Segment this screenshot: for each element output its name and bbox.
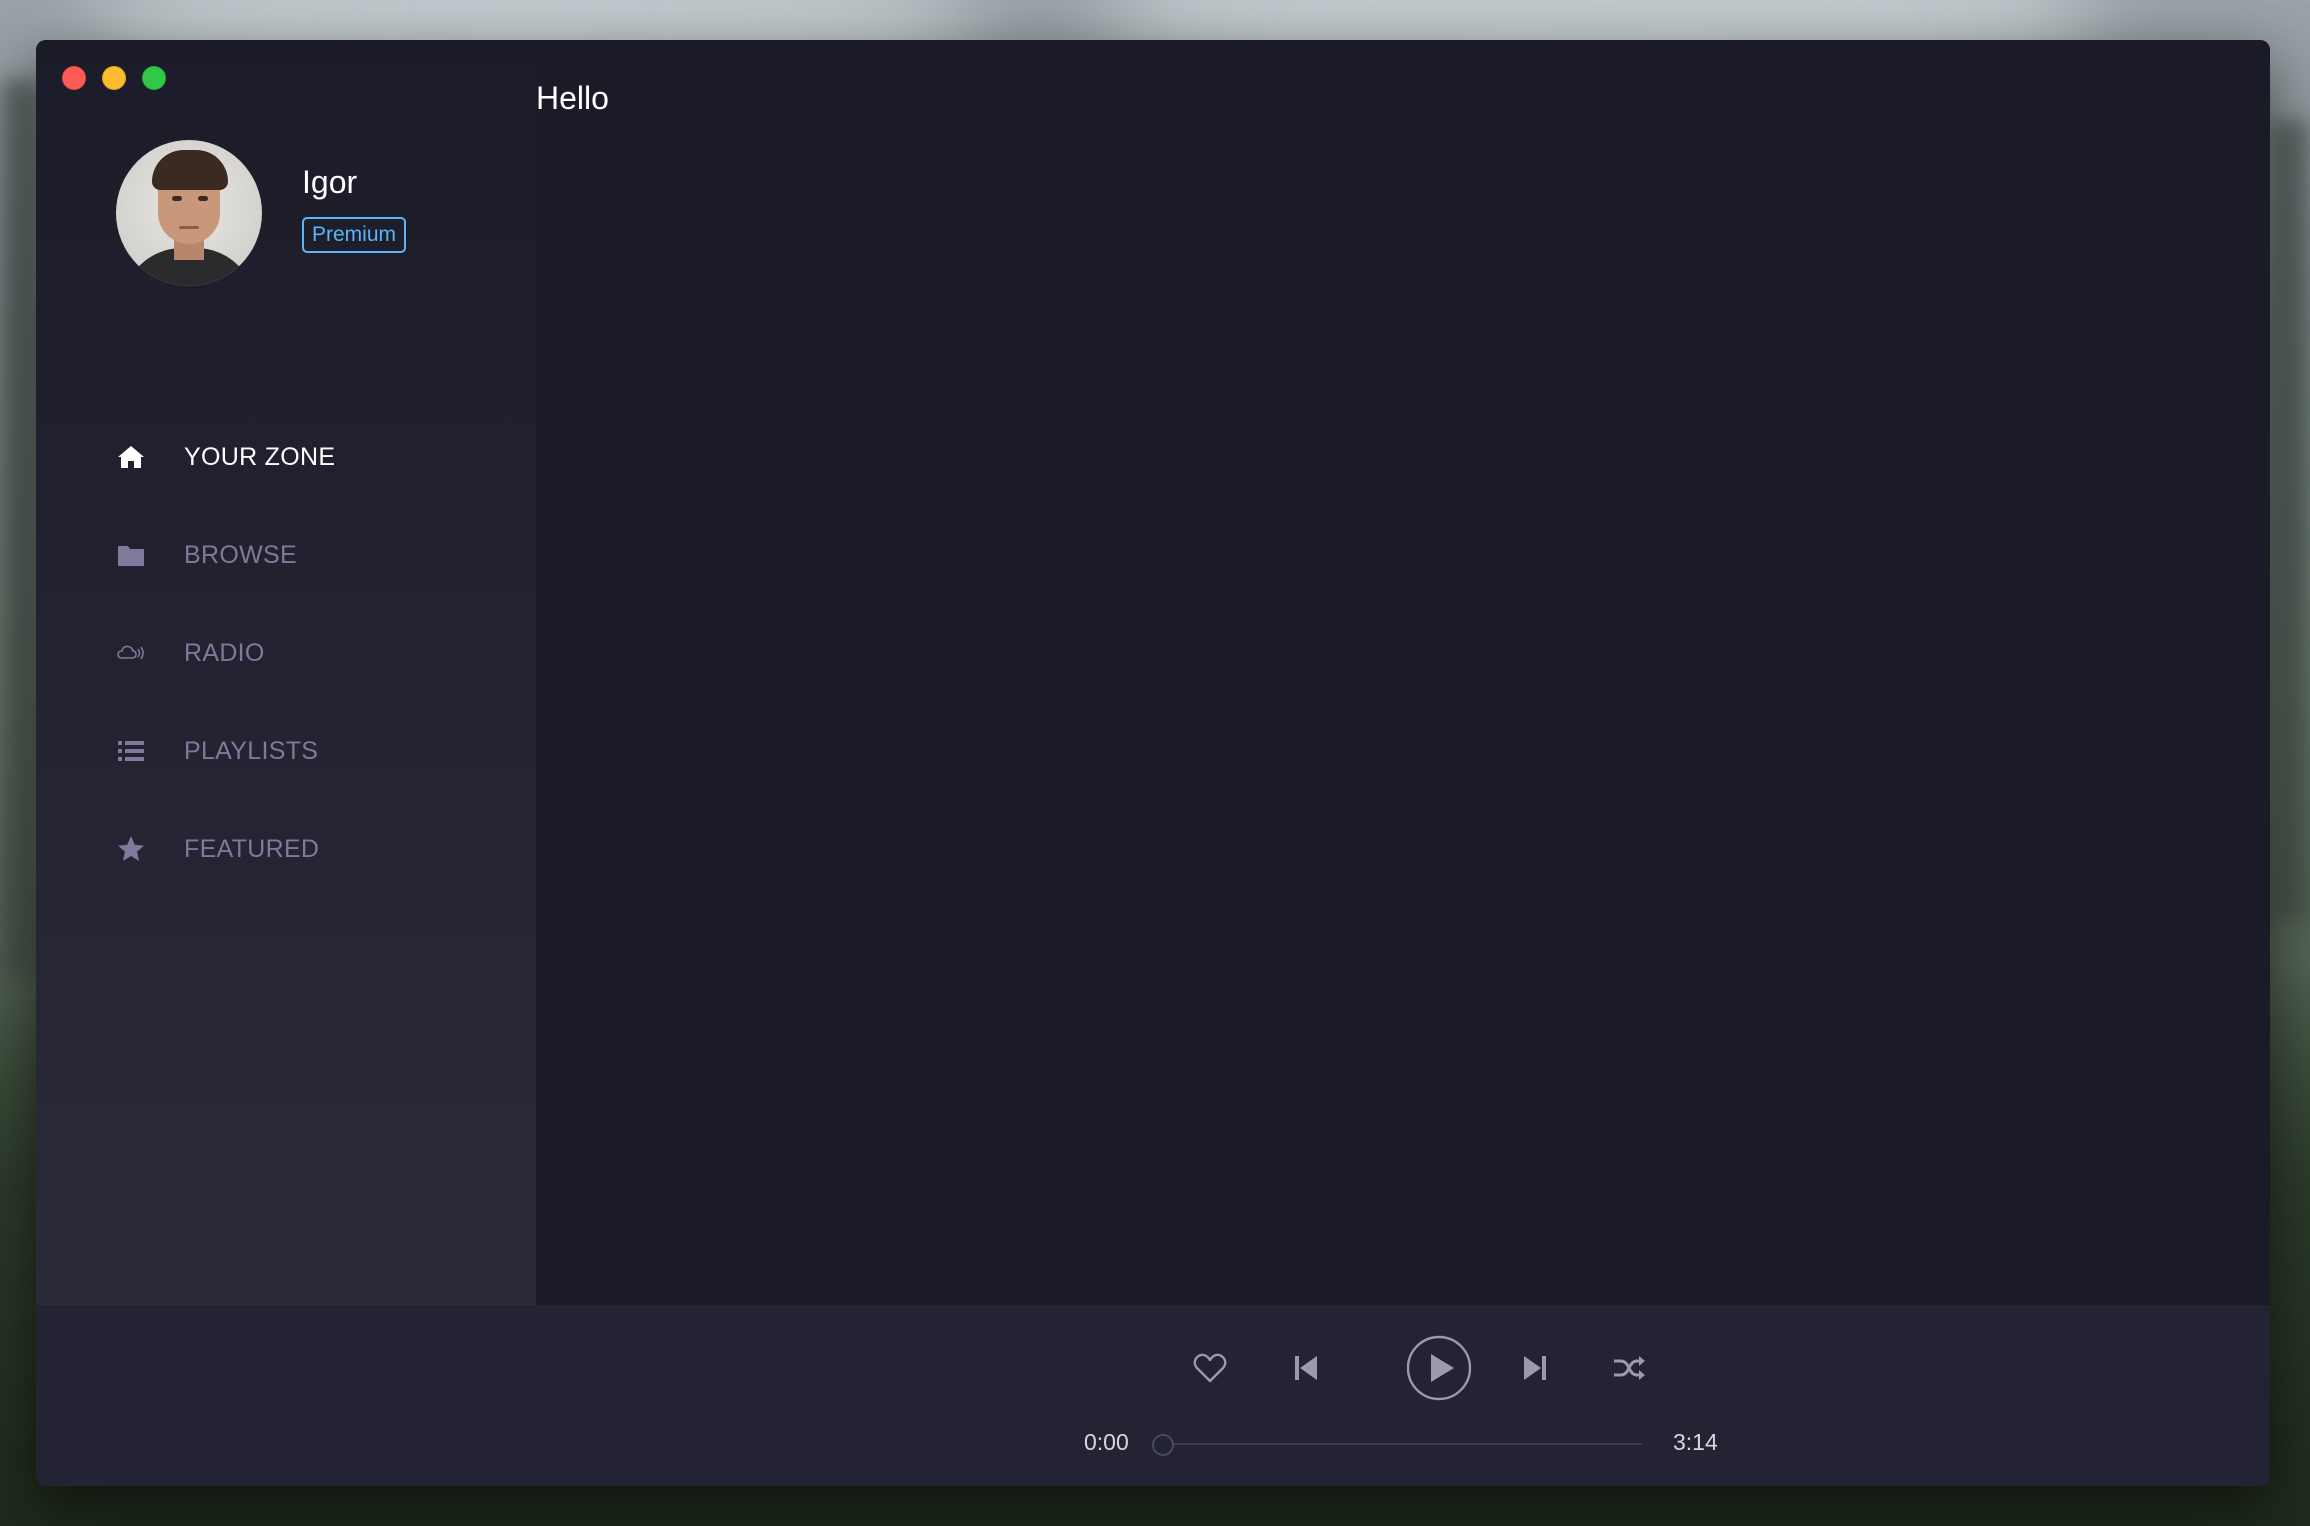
app-window: Igor Premium YOUR ZONE BROWSE RADIO PLAY…	[36, 40, 2270, 1486]
current-time: 0:00	[1084, 1429, 1129, 1455]
sidebar: Igor Premium YOUR ZONE BROWSE RADIO PLAY…	[36, 40, 536, 1305]
nav-item-your-zone[interactable]: YOUR ZONE	[116, 408, 335, 506]
nav-item-radio[interactable]: RADIO	[116, 604, 335, 702]
progress-row: 0:00 3:14	[36, 1429, 2270, 1459]
page-title: Hello	[536, 80, 609, 116]
next-icon	[1522, 1354, 1548, 1382]
nav-item-browse[interactable]: BROWSE	[116, 506, 335, 604]
sidebar-nav: YOUR ZONE BROWSE RADIO PLAYLISTS FEATURE…	[116, 408, 335, 898]
list-icon	[116, 736, 146, 766]
nav-label: RADIO	[184, 638, 265, 667]
play-button[interactable]	[1406, 1335, 1472, 1401]
playback-controls	[36, 1335, 2270, 1401]
cloud-radio-icon	[116, 638, 146, 668]
play-icon	[1406, 1335, 1472, 1401]
minimize-window-button[interactable]	[102, 66, 126, 90]
nav-item-playlists[interactable]: PLAYLISTS	[116, 702, 335, 800]
user-profile: Igor Premium	[116, 140, 407, 286]
player-bar: 0:00 3:14	[36, 1305, 2270, 1486]
shuffle-button[interactable]	[1596, 1335, 1662, 1401]
window-controls	[62, 66, 166, 90]
folder-icon	[116, 540, 146, 570]
progress-track[interactable]	[1168, 1443, 1642, 1445]
next-button[interactable]	[1502, 1335, 1568, 1401]
nav-label: BROWSE	[184, 540, 297, 569]
maximize-window-button[interactable]	[142, 66, 166, 90]
home-icon	[116, 442, 146, 472]
previous-button[interactable]	[1273, 1335, 1339, 1401]
username: Igor	[302, 163, 358, 200]
close-window-button[interactable]	[62, 66, 86, 90]
like-button[interactable]	[1177, 1335, 1243, 1401]
nav-label: PLAYLISTS	[184, 736, 319, 765]
previous-icon	[1293, 1354, 1319, 1382]
nav-item-featured[interactable]: FEATURED	[116, 800, 335, 898]
avatar[interactable]	[116, 140, 262, 286]
progress-handle[interactable]	[1152, 1434, 1174, 1456]
premium-badge: Premium	[302, 216, 407, 253]
nav-label: YOUR ZONE	[184, 442, 336, 471]
total-time: 3:14	[1673, 1429, 1718, 1455]
nav-label: FEATURED	[184, 834, 320, 863]
heart-icon	[1193, 1353, 1227, 1383]
main-content	[536, 40, 2270, 1305]
shuffle-icon	[1612, 1354, 1646, 1382]
star-icon	[116, 834, 146, 864]
